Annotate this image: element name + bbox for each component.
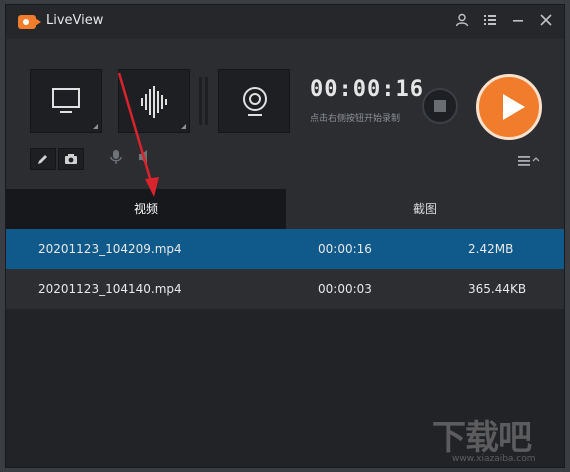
title-bar: LiveView <box>6 5 564 39</box>
audio-level-bar <box>199 77 202 125</box>
menu-icon <box>518 156 540 166</box>
more-menu-button[interactable] <box>518 155 540 171</box>
pen-icon <box>38 155 47 164</box>
audio-source-button[interactable] <box>118 69 190 133</box>
liveview-window: LiveView 00:00:16 点击右侧按钮开始录制 视频 截图 20201… <box>5 4 565 468</box>
recording-hint: 点击右侧按钮开始录制 <box>310 114 401 124</box>
screenshot-button[interactable] <box>58 148 84 170</box>
audio-wave-icon <box>141 86 167 118</box>
tab-video[interactable]: 视频 <box>6 189 286 229</box>
speaker-icon[interactable] <box>138 149 150 169</box>
stop-button[interactable] <box>422 88 458 124</box>
list-item[interactable]: 20201123_104209.mp4 00:00:16 2.42MB <box>6 229 564 269</box>
stop-icon <box>434 100 446 112</box>
webcam-source-button[interactable] <box>218 69 290 133</box>
file-size: 2.42MB <box>468 242 514 256</box>
file-duration: 00:00:16 <box>318 242 372 256</box>
close-icon[interactable] <box>538 13 554 29</box>
file-duration: 00:00:03 <box>318 282 372 296</box>
user-icon[interactable] <box>454 13 470 29</box>
app-title: LiveView <box>46 13 104 28</box>
record-button[interactable] <box>476 74 542 140</box>
pen-tool-button[interactable] <box>30 148 56 170</box>
file-name: 20201123_104140.mp4 <box>38 282 182 296</box>
watermark-text: 下载吧 <box>432 418 532 458</box>
recorder-controls: 00:00:16 点击右侧按钮开始录制 <box>6 39 564 189</box>
media-tabs: 视频 截图 <box>6 189 564 229</box>
list-item[interactable]: 20201123_104140.mp4 00:00:03 365.44KB <box>6 269 564 309</box>
list-menu-icon[interactable] <box>482 13 498 29</box>
file-name: 20201123_104209.mp4 <box>38 242 182 256</box>
recording-timer: 00:00:16 <box>310 77 424 102</box>
monitor-icon <box>52 88 80 113</box>
tab-screenshot[interactable]: 截图 <box>286 189 564 229</box>
play-icon <box>503 94 525 120</box>
screen-source-button[interactable] <box>30 69 102 133</box>
app-logo-icon <box>18 15 41 29</box>
file-size: 365.44KB <box>468 282 527 296</box>
webcam-icon <box>243 87 267 116</box>
microphone-icon[interactable] <box>110 149 122 169</box>
source-options-corner[interactable] <box>93 124 98 129</box>
camera-icon <box>65 154 77 164</box>
watermark-url: www.xiazaiba.com <box>452 454 536 464</box>
minimize-icon[interactable] <box>510 13 526 29</box>
audio-level-bar <box>205 77 208 125</box>
audio-options-corner[interactable] <box>181 124 186 129</box>
